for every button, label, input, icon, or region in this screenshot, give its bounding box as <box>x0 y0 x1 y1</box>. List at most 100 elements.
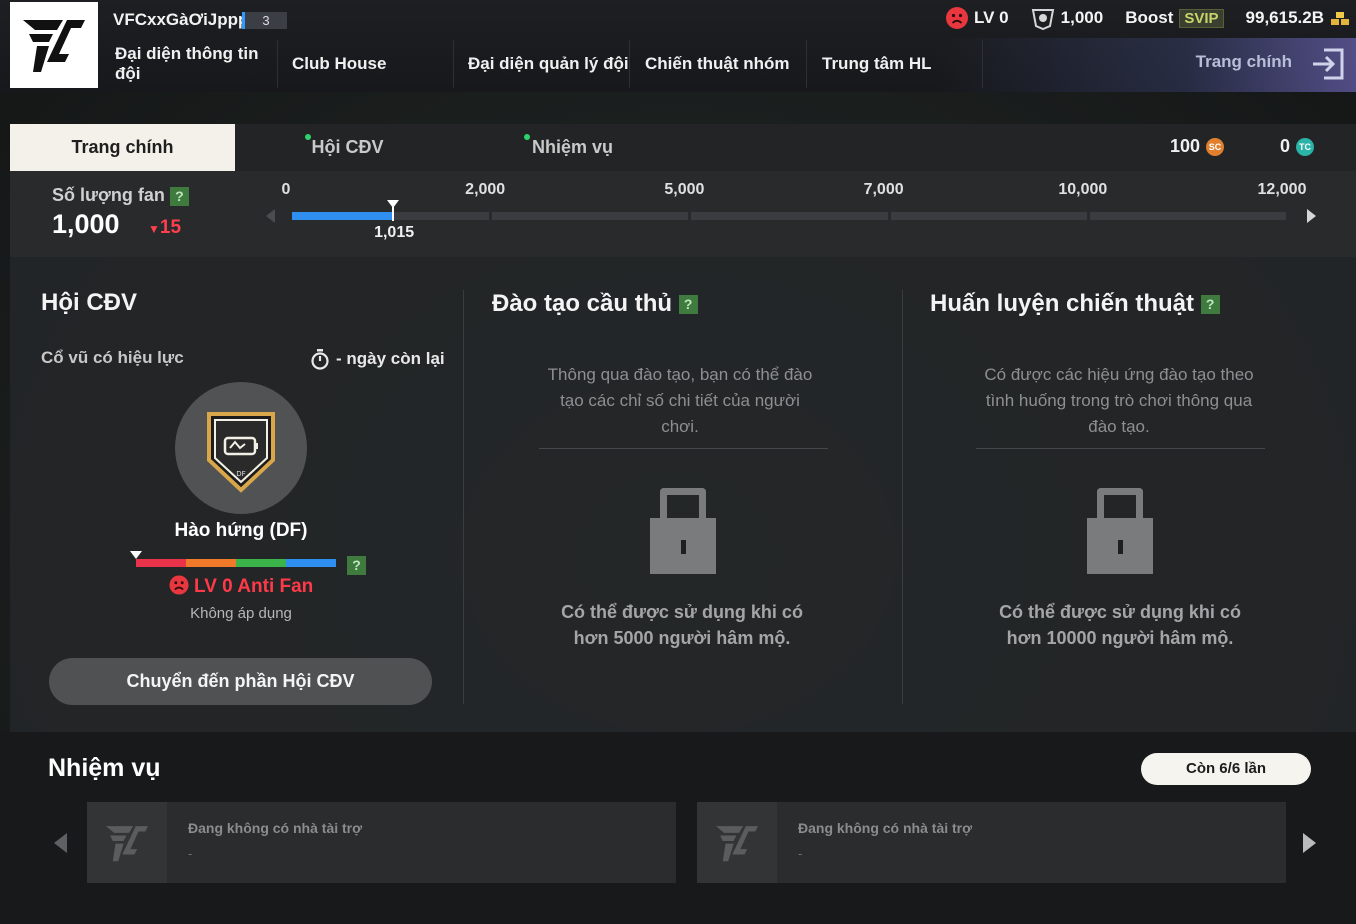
tick-label: 5,000 <box>664 181 705 198</box>
fc-logo[interactable] <box>10 2 98 88</box>
nav-team-management[interactable]: Đại diện quản lý đội <box>454 40 630 88</box>
column-divider <box>463 290 464 704</box>
sc-coin-icon: SC <box>1206 137 1225 156</box>
fan-count-label: Số lượng fan ? <box>52 185 189 206</box>
progress-prev-arrow[interactable] <box>266 209 275 223</box>
fan-delta: ▼15 <box>148 217 182 238</box>
training-unlock-text: Có thể được sử dụng khi có hơn 5000 ngườ… <box>561 602 803 648</box>
top-bar-glow <box>936 38 1356 92</box>
boost-label: Boost <box>1125 8 1174 27</box>
not-applicable-text: Không áp dụng <box>190 605 292 622</box>
fan-emblem[interactable]: DF <box>175 382 307 514</box>
tc-coin-icon: TC <box>1296 137 1315 156</box>
tab-home[interactable]: Trang chính <box>10 124 235 171</box>
tick-label: 0 <box>281 181 291 198</box>
days-left: - ngày còn lại <box>310 348 445 370</box>
svip-badge[interactable]: SVIP <box>1179 8 1224 28</box>
notification-dot <box>524 134 530 140</box>
training-description: Thông qua đào tạo, bạn có thể đào tạo cá… <box>547 365 813 436</box>
sc-currency: 100 SC <box>1170 136 1225 157</box>
training-title: Đào tạo cầu thủ ? <box>492 290 698 318</box>
missions-section: Nhiệm vụ Còn 6/6 lần Đang không có nhà t… <box>0 732 1356 924</box>
sponsor-logo <box>697 802 777 883</box>
level-marker <box>130 551 142 559</box>
training-separator <box>539 448 828 449</box>
gold-bars-icon <box>1331 12 1349 25</box>
exit-icon[interactable] <box>1310 46 1346 82</box>
tc-currency: 0 TC <box>1280 136 1315 157</box>
balance-value: 99,615.2B <box>1245 8 1324 27</box>
nav-training-center[interactable]: Trung tâm HL <box>807 40 983 88</box>
track-segment <box>890 212 1087 220</box>
track-fill <box>292 212 394 220</box>
active-cheer-label: Cổ vũ có hiệu lực <box>41 348 184 367</box>
team-level-badge: 3 <box>242 12 287 29</box>
fc-logo-icon <box>23 20 85 72</box>
sponsor-logo <box>87 802 167 883</box>
nav-club-house[interactable]: Club House <box>278 40 454 88</box>
level-help-icon[interactable]: ? <box>347 556 366 575</box>
tick-label: 2,000 <box>465 181 506 198</box>
progress-next-arrow[interactable] <box>1307 209 1316 223</box>
fc-logo-icon <box>716 825 758 861</box>
tab-fan-club[interactable]: Hội CĐV <box>235 124 460 171</box>
remaining-attempts: Còn 6/6 lần <box>1141 753 1311 785</box>
main-nav: Đại diện thông tin đội Club House Đại di… <box>102 40 983 88</box>
level-status: LV 0 Anti Fan <box>10 575 472 598</box>
progress-marker-line <box>392 207 395 221</box>
sponsor-sub: - <box>188 846 193 861</box>
fc-logo-icon <box>106 825 148 861</box>
tick-label: 7,000 <box>863 181 904 198</box>
fan-progress-row: Số lượng fan ? 1,000 ▼15 0 2,000 5,000 7,00… <box>10 171 1356 257</box>
tactics-unlock-text: Có thể được sử dụng khi có hơn 10000 ngư… <box>999 602 1241 648</box>
progress-marker-label: 1,015 <box>374 224 415 241</box>
missions-prev-arrow[interactable] <box>54 833 67 853</box>
top-bar: VFCxxGàƠiJpppp 3 Đại diện thông tin đội … <box>0 0 1356 92</box>
sponsor-sub: - <box>798 846 803 861</box>
tab-bar: Trang chính Hội CĐV Nhiệm vụ 100 SC 0 TC <box>10 124 1356 171</box>
training-help-icon[interactable]: ? <box>678 295 698 315</box>
fan-club-panel: Trang chính Hội CĐV Nhiệm vụ 100 SC 0 TC… <box>10 124 1356 732</box>
fan-badge-icon <box>1031 9 1054 30</box>
emblem-name: Hào hứng (DF) <box>174 520 308 541</box>
lock-icon <box>650 488 716 574</box>
fan-count-header: 1,000 <box>1060 8 1104 27</box>
tactics-title: Huấn luyện chiến thuật ? <box>930 290 1220 318</box>
nav-team-tactics[interactable]: Chiến thuật nhóm <box>630 40 807 88</box>
header-stats: LV 0 1,000 Boost SVIP 99,615.2B <box>946 6 1350 30</box>
level-segment-green <box>236 559 286 567</box>
sponsor-card[interactable]: Đang không có nhà tài trợ - <box>697 802 1286 883</box>
track-segment <box>1089 212 1286 220</box>
home-link[interactable]: Trang chính <box>1196 52 1292 72</box>
level-segment-blue <box>286 559 336 567</box>
notification-dot <box>305 134 311 140</box>
fan-level: LV 0 <box>974 8 1009 27</box>
fan-club-title: Hội CĐV <box>41 289 137 316</box>
lock-icon <box>1087 488 1153 574</box>
team-name: VFCxxGàƠiJpppp <box>113 10 259 29</box>
emblem-tag: DF <box>236 470 245 478</box>
sad-face-icon <box>169 575 189 595</box>
track-segment <box>492 212 689 220</box>
goto-fan-club-button[interactable]: Chuyển đến phần Hội CĐV <box>49 658 432 705</box>
sponsor-card[interactable]: Đang không có nhà tài trợ - <box>87 802 676 883</box>
sad-face-icon <box>946 7 968 29</box>
column-divider <box>902 290 903 704</box>
fan-level-bar <box>136 559 336 567</box>
tick-label: 10,000 <box>1058 181 1108 198</box>
nav-team-info[interactable]: Đại diện thông tin đội <box>102 40 278 88</box>
tick-label: 12,000 <box>1257 181 1307 198</box>
tactics-help-icon[interactable]: ? <box>1200 295 1220 315</box>
sponsor-status: Đang không có nhà tài trợ <box>188 820 363 836</box>
tactics-description: Có được các hiệu ứng đào tạo theo tình h… <box>984 365 1254 436</box>
help-icon[interactable]: ? <box>169 186 189 206</box>
tab-missions[interactable]: Nhiệm vụ <box>460 124 685 171</box>
fan-count-value: 1,000 <box>52 209 120 239</box>
shield-emblem-icon: DF <box>207 412 275 493</box>
missions-next-arrow[interactable] <box>1303 833 1316 853</box>
tactics-separator <box>976 448 1265 449</box>
level-segment-orange <box>186 559 236 567</box>
level-segment-red <box>136 559 186 567</box>
sponsor-status: Đang không có nhà tài trợ <box>798 820 973 836</box>
stopwatch-icon <box>311 349 329 370</box>
